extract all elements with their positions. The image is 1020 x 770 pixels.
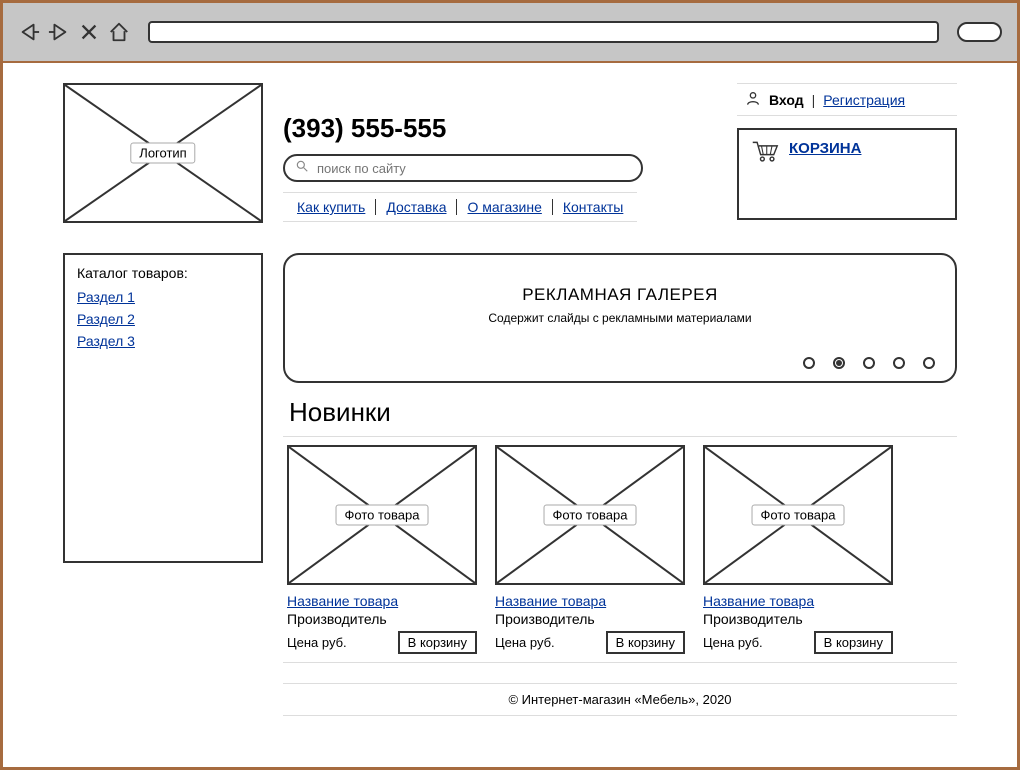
gallery-dot-2[interactable] [833,357,845,369]
footer: © Интернет-магазин «Мебель», 2020 [283,683,957,716]
add-to-cart-button[interactable]: В корзину [606,631,685,654]
site-search[interactable] [283,154,643,182]
search-icon [295,159,309,178]
catalog-sidebar: Каталог товаров: Раздел 1 Раздел 2 Разде… [63,253,263,563]
browser-window: Логотип (393) 555-555 Как купить Доставк… [0,0,1020,770]
logo: Логотип [63,83,263,223]
photo-label: Фото товара [544,505,637,526]
nav-link-delivery[interactable]: Доставка [376,199,457,215]
add-to-cart-button[interactable]: В корзину [398,631,477,654]
product-photo[interactable]: Фото товара [287,445,477,585]
gallery-dot-4[interactable] [893,357,905,369]
product-photo[interactable]: Фото товара [703,445,893,585]
back-icon[interactable] [18,21,40,43]
product-maker: Производитель [703,611,893,627]
product-price: Цена руб. [287,635,347,650]
home-icon[interactable] [108,21,130,43]
product-card: Фото товара Название товара Производител… [287,445,477,654]
product-maker: Производитель [287,611,477,627]
add-to-cart-button[interactable]: В корзину [814,631,893,654]
nav-link-buy[interactable]: Как купить [287,199,376,215]
product-price: Цена руб. [703,635,763,650]
promo-gallery: РЕКЛАМНАЯ ГАЛЕРЕЯ Содержит слайды с рекл… [283,253,957,383]
product-card: Фото товара Название товара Производител… [703,445,893,654]
product-name-link[interactable]: Название товара [495,593,685,609]
catalog-title: Каталог товаров: [77,265,249,281]
page-body: Логотип (393) 555-555 Как купить Доставк… [3,63,1017,726]
banner-title: РЕКЛАМНАЯ ГАЛЕРЕЯ [285,285,955,305]
product-name-link[interactable]: Название товара [703,593,893,609]
banner-subtitle: Содержит слайды с рекламными материалами [285,311,955,325]
login-text[interactable]: Вход [769,92,804,108]
top-nav: Как купить Доставка О магазине Контакты [283,192,637,222]
gallery-dot-3[interactable] [863,357,875,369]
cart-link[interactable]: КОРЗИНА [789,140,861,157]
stop-icon[interactable] [78,21,100,43]
address-bar[interactable] [148,21,939,43]
cart-panel[interactable]: КОРЗИНА [737,128,957,220]
search-oval[interactable] [957,22,1002,42]
catalog-link-1[interactable]: Раздел 1 [77,289,249,305]
register-link[interactable]: Регистрация [823,92,905,108]
search-input[interactable] [315,160,631,177]
auth-panel: Вход | Регистрация [737,83,957,116]
cart-icon [751,140,779,169]
product-maker: Производитель [495,611,685,627]
nav-link-about[interactable]: О магазине [457,199,552,215]
catalog-link-3[interactable]: Раздел 3 [77,333,249,349]
product-photo[interactable]: Фото товара [495,445,685,585]
gallery-dots [803,357,935,369]
product-name-link[interactable]: Название товара [287,593,477,609]
browser-toolbar [3,3,1017,63]
product-card: Фото товара Название товара Производител… [495,445,685,654]
catalog-link-2[interactable]: Раздел 2 [77,311,249,327]
user-icon [745,90,761,109]
auth-divider: | [812,92,816,108]
photo-label: Фото товара [336,505,429,526]
nav-link-contacts[interactable]: Контакты [553,199,633,215]
forward-icon[interactable] [48,21,70,43]
new-products-title: Новинки [289,397,957,428]
gallery-dot-5[interactable] [923,357,935,369]
product-grid: Фото товара Название товара Производител… [283,436,957,663]
gallery-dot-1[interactable] [803,357,815,369]
product-price: Цена руб. [495,635,555,650]
photo-label: Фото товара [752,505,845,526]
logo-label: Логотип [130,143,195,164]
phone-number: (393) 555-555 [283,113,717,144]
